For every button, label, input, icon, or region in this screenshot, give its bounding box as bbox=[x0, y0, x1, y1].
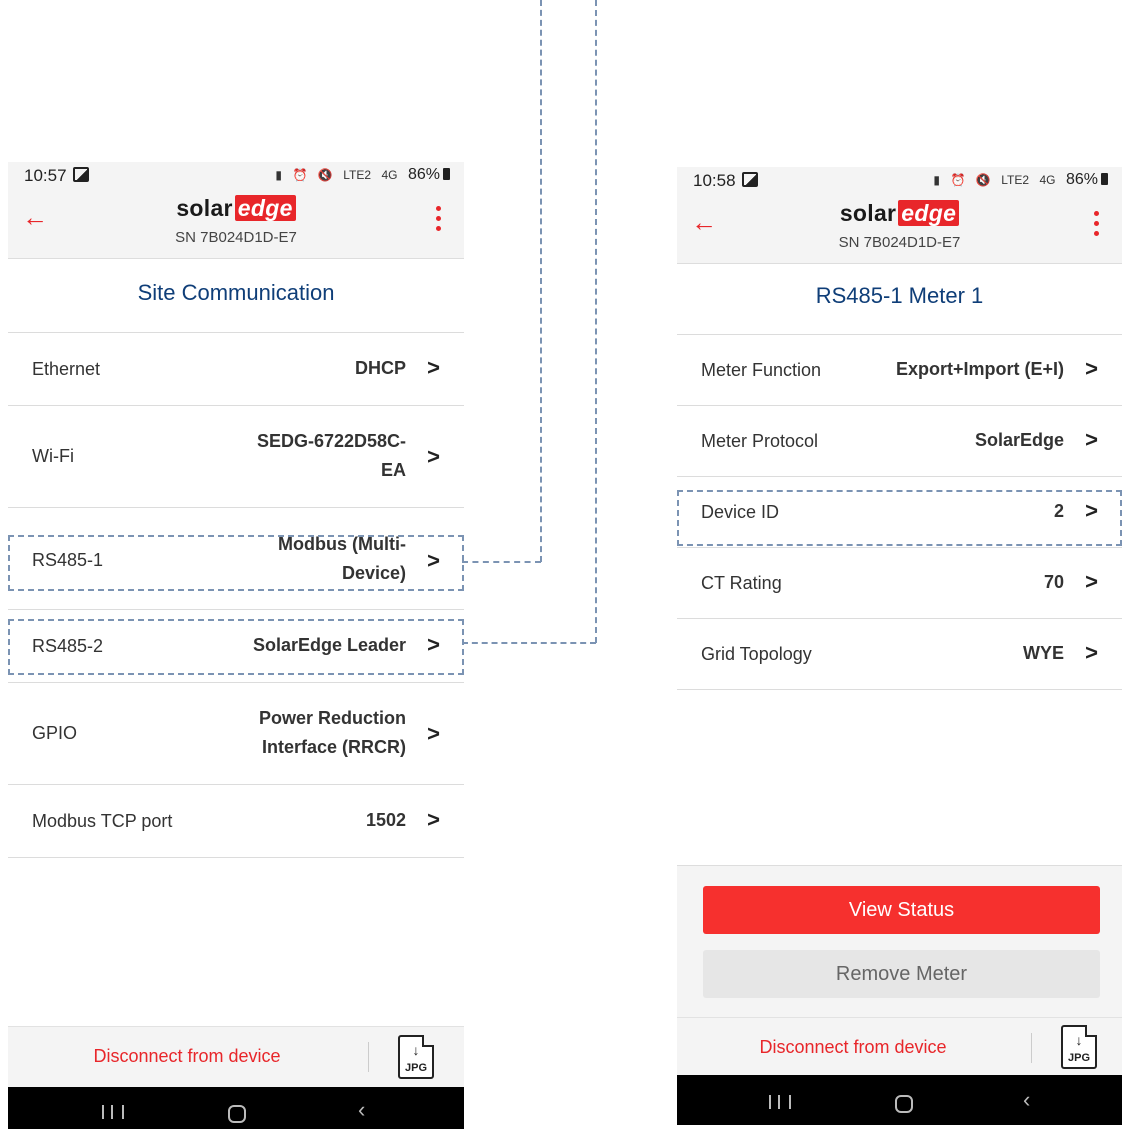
android-nav-bar: ‹ bbox=[8, 1087, 464, 1129]
settings-list: Ethernet DHCP > Wi-Fi SEDG-6722D58C- EA >… bbox=[8, 332, 464, 858]
row-label: Meter Protocol bbox=[701, 431, 819, 451]
divider bbox=[1031, 1033, 1032, 1063]
footer-bar: Disconnect from device ↓ JPG bbox=[8, 1026, 464, 1087]
footer-bar: Disconnect from device ↓ JPG bbox=[677, 1017, 1122, 1076]
chevron-right-icon: > bbox=[1085, 356, 1098, 381]
disconnect-button[interactable]: Disconnect from device bbox=[697, 1037, 1009, 1058]
connector-line bbox=[540, 0, 542, 562]
view-status-button[interactable]: View Status bbox=[703, 886, 1100, 934]
divider bbox=[368, 1042, 369, 1072]
row-value: SEDG-6722D58C- EA bbox=[256, 431, 406, 480]
row-value: SolarEdge bbox=[974, 430, 1064, 450]
row-label: GPIO bbox=[32, 723, 78, 743]
row-value: WYE bbox=[1022, 643, 1064, 663]
status-bar: 10:58 ▮ ⏰ 🔇 LTE2 4G 86% bbox=[677, 167, 1122, 197]
status-icons: ▮ ⏰ 🔇 LTE2 4G 86% bbox=[275, 166, 450, 184]
image-notification-icon bbox=[72, 167, 89, 182]
connector-line bbox=[595, 0, 597, 643]
device-serial: SN 7B024D1D-E7 bbox=[838, 234, 961, 251]
row-value: 70 bbox=[1043, 572, 1064, 592]
mute-icon: 🔇 bbox=[317, 168, 333, 182]
status-icons: ▮ ⏰ 🔇 LTE2 4G 86% bbox=[933, 171, 1108, 189]
status-bar: 10:57 ▮ ⏰ 🔇 LTE2 4G 86% bbox=[8, 162, 464, 192]
chevron-right-icon: > bbox=[427, 355, 440, 380]
battery-icon bbox=[1101, 173, 1108, 185]
chevron-right-icon: > bbox=[427, 444, 440, 469]
list-item-meter-function[interactable]: Meter Function Export+Import (E+I) > bbox=[677, 335, 1122, 406]
highlight-device-id bbox=[677, 490, 1122, 546]
mute-icon: 🔇 bbox=[975, 173, 991, 187]
row-label: CT Rating bbox=[701, 573, 782, 593]
sim-icon: ▮ bbox=[275, 168, 282, 182]
list-item-ethernet[interactable]: Ethernet DHCP > bbox=[8, 333, 464, 406]
action-panel: View Status Remove Meter bbox=[677, 865, 1122, 1018]
phone-screen-meter: 10:58 ▮ ⏰ 🔇 LTE2 4G 86% ← solar edge SN 7… bbox=[677, 167, 1122, 1125]
home-icon[interactable] bbox=[228, 1105, 246, 1123]
list-item-ct-rating[interactable]: CT Rating 70 > bbox=[677, 548, 1122, 619]
list-item-modbus-tcp-port[interactable]: Modbus TCP port 1502 > bbox=[8, 785, 464, 858]
network-label: 4G bbox=[1039, 173, 1056, 187]
row-label: Ethernet bbox=[32, 359, 101, 379]
chevron-right-icon: > bbox=[1085, 569, 1098, 594]
solaredge-logo: solar edge bbox=[677, 200, 1122, 227]
list-item-gpio[interactable]: GPIO Power Reduction Interface (RRCR) > bbox=[8, 683, 464, 785]
recent-apps-icon[interactable] bbox=[102, 1105, 124, 1119]
jpg-export-icon[interactable]: ↓ JPG bbox=[398, 1035, 434, 1079]
kebab-menu-icon[interactable] bbox=[436, 206, 442, 236]
connector-line bbox=[462, 561, 541, 563]
chevron-right-icon: > bbox=[1085, 427, 1098, 452]
row-value: 1502 bbox=[365, 810, 406, 830]
sim-icon: ▮ bbox=[933, 173, 940, 187]
highlight-rs485-1 bbox=[8, 535, 464, 591]
remove-meter-button[interactable]: Remove Meter bbox=[703, 950, 1100, 998]
row-value: Export+Import (E+I) bbox=[895, 359, 1064, 379]
chevron-right-icon: > bbox=[1085, 640, 1098, 665]
row-label: Grid Topology bbox=[701, 644, 812, 664]
page-title: RS485-1 Meter 1 bbox=[815, 283, 984, 308]
chevron-right-icon: > bbox=[427, 721, 440, 746]
chevron-right-icon: > bbox=[427, 807, 440, 832]
solaredge-logo: solar edge bbox=[8, 195, 464, 222]
list-item-wifi[interactable]: Wi-Fi SEDG-6722D58C- EA > bbox=[8, 406, 464, 508]
battery-icon bbox=[443, 168, 450, 180]
network-label: 4G bbox=[381, 168, 398, 182]
connector-line bbox=[462, 642, 596, 644]
row-value: Power Reduction Interface (RRCR) bbox=[258, 708, 406, 757]
list-item-grid-topology[interactable]: Grid Topology WYE > bbox=[677, 619, 1122, 690]
alarm-icon: ⏰ bbox=[950, 173, 966, 187]
kebab-menu-icon[interactable] bbox=[1094, 211, 1100, 241]
back-nav-icon[interactable]: ‹ bbox=[358, 1097, 365, 1123]
disconnect-button[interactable]: Disconnect from device bbox=[28, 1046, 346, 1067]
row-value: DHCP bbox=[354, 358, 406, 378]
row-label: Wi-Fi bbox=[32, 446, 74, 466]
device-serial: SN 7B024D1D-E7 bbox=[175, 229, 297, 246]
signal-label: LTE2 bbox=[343, 168, 372, 182]
jpg-export-icon[interactable]: ↓ JPG bbox=[1061, 1025, 1097, 1069]
battery-percent: 86% bbox=[1065, 171, 1098, 188]
image-notification-icon bbox=[741, 172, 758, 187]
page-title: Site Communication bbox=[137, 280, 335, 305]
back-nav-icon[interactable]: ‹ bbox=[1023, 1087, 1030, 1113]
home-icon[interactable] bbox=[895, 1095, 913, 1113]
recent-apps-icon[interactable] bbox=[769, 1095, 791, 1109]
app-header: ← solar edge SN 7B024D1D-E7 bbox=[8, 192, 464, 259]
status-time: 10:58 bbox=[693, 171, 758, 191]
row-label: Meter Function bbox=[701, 360, 822, 380]
alarm-icon: ⏰ bbox=[292, 168, 308, 182]
status-time: 10:57 bbox=[24, 166, 89, 186]
app-header: ← solar edge SN 7B024D1D-E7 bbox=[677, 197, 1122, 264]
row-label: Modbus TCP port bbox=[32, 811, 173, 831]
highlight-rs485-2 bbox=[8, 619, 464, 675]
list-item-meter-protocol[interactable]: Meter Protocol SolarEdge > bbox=[677, 406, 1122, 477]
signal-label: LTE2 bbox=[1001, 173, 1030, 187]
android-nav-bar: ‹ bbox=[677, 1075, 1122, 1125]
battery-percent: 86% bbox=[407, 166, 440, 183]
